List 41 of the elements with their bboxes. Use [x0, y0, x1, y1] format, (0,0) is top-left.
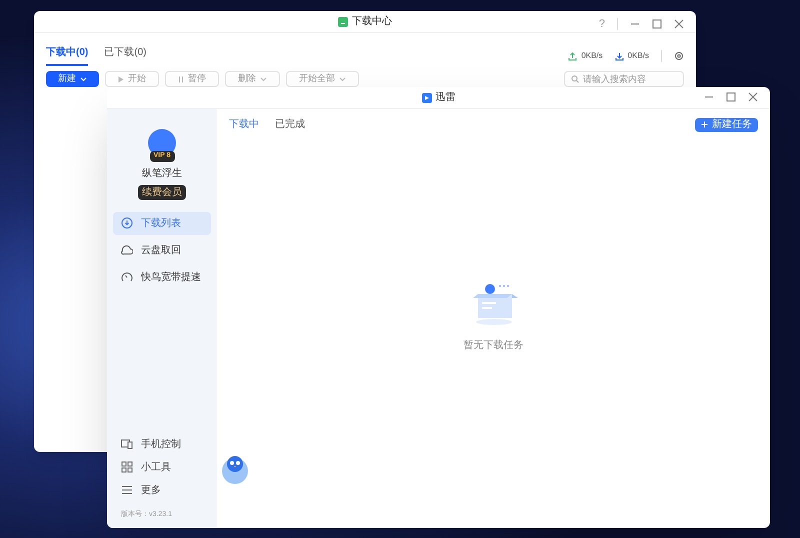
devices-icon [121, 438, 133, 450]
sidebar-item[interactable]: 更多 [113, 482, 211, 498]
speedometer-icon [121, 271, 133, 283]
toolbar-button[interactable]: 新建 [46, 71, 99, 87]
speed-text: 0KB/s [581, 50, 603, 62]
sidebar-item[interactable]: 快鸟宽带提速 [113, 266, 211, 288]
maximize-icon[interactable] [652, 19, 662, 30]
empty-state-text: 暂无下载任务 [464, 338, 524, 353]
menu-icon [121, 484, 133, 496]
play-icon [118, 76, 124, 82]
tab[interactable]: 已完成 [275, 117, 305, 132]
cloud-icon [121, 244, 133, 256]
mascot-drawing [220, 453, 250, 485]
sidebar-item[interactable]: 云盘取回 [113, 238, 211, 262]
speed-text: 0KB/s [628, 50, 649, 62]
window-title: 下载中心 [352, 14, 392, 29]
renew-membership-button[interactable]: 续费会员 [138, 184, 186, 200]
tab[interactable]: 下载中(0) [46, 45, 88, 66]
tab[interactable]: 下载中 [229, 117, 259, 132]
sidebar-item[interactable]: 手机控制 [113, 436, 211, 452]
settings-icon[interactable] [674, 51, 684, 61]
close-icon[interactable] [674, 19, 684, 30]
sidebar-item[interactable]: 下载列表 [113, 212, 211, 234]
search-icon [571, 75, 579, 83]
grid-icon [121, 461, 133, 473]
maximize-icon[interactable] [726, 92, 736, 102]
app-icon [338, 16, 348, 26]
tab[interactable]: 已下载(0) [104, 45, 146, 66]
user-name: 纵笔浮生 [142, 166, 182, 180]
close-icon[interactable] [748, 92, 758, 102]
help-button[interactable]: ? [598, 16, 605, 32]
new-task-button[interactable]: 新建任务 [695, 118, 758, 132]
app-icon [422, 92, 432, 102]
search-field[interactable]: 请输入搜索内容 [564, 71, 684, 87]
download-icon [614, 52, 624, 60]
window-title: 迅雷 [436, 90, 456, 105]
plus-icon [701, 121, 708, 128]
pause-icon [178, 76, 184, 82]
sidebar-item[interactable]: 小工具 [113, 460, 211, 474]
download-circle-icon [121, 217, 133, 229]
upload-icon [568, 52, 578, 60]
